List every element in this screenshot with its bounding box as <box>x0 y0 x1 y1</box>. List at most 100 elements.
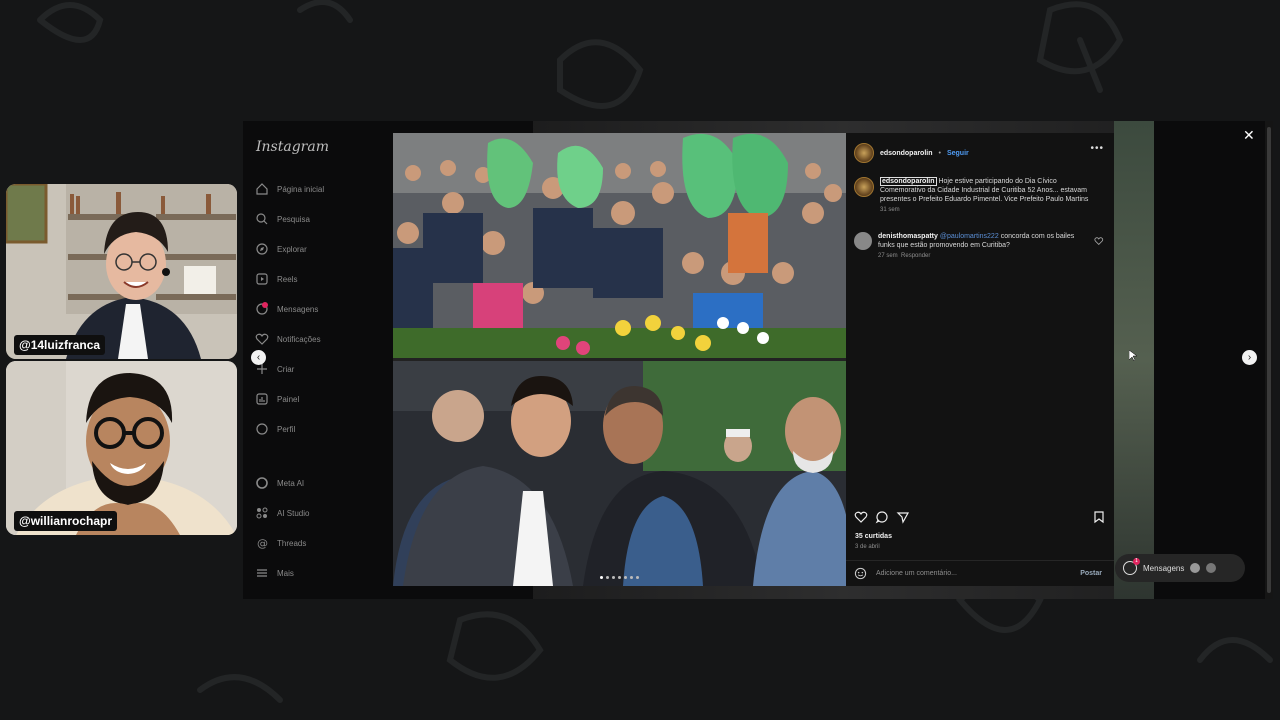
save-bookmark-icon[interactable] <box>1092 510 1106 524</box>
messages-pill[interactable]: 1 Mensagens <box>1115 554 1245 582</box>
nav-label: Perfil <box>277 424 296 434</box>
heart-icon <box>255 333 269 345</box>
nav-label: Meta AI <box>277 478 305 488</box>
nav-label: Mensagens <box>277 304 319 314</box>
nav-reels[interactable]: Reels <box>255 269 297 289</box>
meta-ai-icon <box>256 477 268 489</box>
chevron-right-icon: › <box>1247 352 1252 363</box>
caption-time: 31 sem <box>880 207 900 213</box>
nav-threads[interactable]: @ Threads <box>255 533 306 553</box>
next-post-button[interactable]: › <box>1242 350 1257 365</box>
chevron-left-icon: ‹ <box>256 352 261 363</box>
caption-text: edsondoparolin Hoje estive participando … <box>880 177 1104 204</box>
post-photo-crowd <box>393 133 846 358</box>
messenger-icon: 1 <box>1123 558 1140 575</box>
post-details-panel: edsondoparolin • Seguir ••• edsondoparol… <box>846 133 1114 586</box>
page-scrollbar[interactable] <box>1265 121 1273 599</box>
nav-meta-ai[interactable]: Meta AI <box>255 473 304 493</box>
close-icon[interactable]: ✕ <box>1243 127 1255 144</box>
shared-screen-instagram: Instagram Página inicial Pesquisa Explor… <box>243 121 1273 599</box>
instagram-logo[interactable]: Instagram <box>256 139 329 155</box>
likes-count[interactable]: 35 curtidas <box>855 533 892 540</box>
nav-explore[interactable]: Explorar <box>255 239 307 259</box>
separator-dot: • <box>938 149 941 157</box>
nav-messages[interactable]: Mensagens <box>255 299 318 319</box>
comment-username[interactable]: denisthomaspatty <box>878 233 938 240</box>
nav-home[interactable]: Página inicial <box>255 179 324 199</box>
nav-label: Criar <box>277 364 295 374</box>
webcam-person-1 <box>6 184 237 359</box>
like-heart-icon[interactable] <box>854 510 868 524</box>
search-icon <box>256 213 268 225</box>
webcam-handle-label: @14luizfranca <box>14 335 106 355</box>
avatar[interactable] <box>854 143 874 163</box>
nav-label: Reels <box>277 274 298 284</box>
post-caption: edsondoparolin Hoje estive participando … <box>854 177 1104 213</box>
dashboard-icon <box>256 393 268 405</box>
follow-button[interactable]: Seguir <box>947 150 969 157</box>
carousel-dot <box>636 576 639 579</box>
nav-notifications[interactable]: Notificações <box>255 329 321 349</box>
avatar[interactable] <box>854 232 872 250</box>
svg-text:@: @ <box>257 537 268 550</box>
nav-label: Página inicial <box>277 184 325 194</box>
carousel-dot <box>600 576 603 579</box>
profile-icon <box>256 423 268 435</box>
comment-mention[interactable]: @paulomartins222 <box>940 233 999 240</box>
comment-icon[interactable] <box>875 510 889 524</box>
post-username[interactable]: edsondoparolin <box>880 150 933 157</box>
post-photo-group <box>393 361 846 586</box>
nav-more[interactable]: Mais <box>255 563 294 583</box>
carousel-dot <box>618 576 621 579</box>
carousel-dot <box>630 576 633 579</box>
reply-button[interactable]: Responder <box>901 253 930 259</box>
post-header: edsondoparolin • Seguir <box>854 143 969 163</box>
compass-icon <box>256 243 268 255</box>
webcam-person-2 <box>6 361 237 535</box>
post-date: 3 de abril <box>855 544 880 550</box>
threads-icon: @ <box>257 537 268 550</box>
nav-label: Explorar <box>277 244 307 254</box>
more-options-icon[interactable]: ••• <box>1090 143 1104 154</box>
messenger-icon <box>256 302 268 315</box>
carousel-dot <box>624 576 627 579</box>
comment-item: denisthomaspatty @paulomartins222 concor… <box>854 232 1104 259</box>
comment-input[interactable]: Adicione um comentário... <box>876 570 957 577</box>
menu-icon <box>257 569 267 577</box>
add-comment-bar: Adicione um comentário... Postar <box>846 560 1114 587</box>
caption-username[interactable]: edsondoparolin <box>880 177 937 186</box>
previous-post-button[interactable]: ‹ <box>251 350 266 365</box>
post-actions <box>854 510 1106 526</box>
nav-label: Pesquisa <box>277 214 310 224</box>
webcam-handle-label: @willianrochapr <box>14 511 118 531</box>
post-image-carousel[interactable] <box>393 133 846 586</box>
share-icon[interactable] <box>896 510 910 524</box>
scrollbar-thumb[interactable] <box>1267 127 1271 593</box>
post-comment-button[interactable]: Postar <box>1080 570 1102 577</box>
avatar <box>1190 563 1201 573</box>
ai-studio-icon <box>256 507 268 519</box>
carousel-dot <box>612 576 615 579</box>
nav-dashboard[interactable]: Painel <box>255 389 299 409</box>
nav-ai-studio[interactable]: AI Studio <box>255 503 309 523</box>
comment-time: 27 sem <box>878 253 898 259</box>
nav-label: Threads <box>277 538 307 548</box>
mouse-cursor-icon <box>1129 350 1137 362</box>
reels-icon <box>256 273 268 285</box>
carousel-indicator <box>600 576 639 579</box>
avatar <box>1206 563 1217 573</box>
nav-label: AI Studio <box>277 508 310 518</box>
nav-profile[interactable]: Perfil <box>255 419 295 439</box>
emoji-icon[interactable] <box>854 567 867 580</box>
home-icon <box>256 183 268 195</box>
messages-badge: 1 <box>1133 558 1140 565</box>
nav-search[interactable]: Pesquisa <box>255 209 310 229</box>
nav-label: Painel <box>277 394 300 404</box>
nav-label: Notificações <box>277 334 321 344</box>
webcam-feed-luiz: @14luizfranca <box>6 184 237 359</box>
nav-label: Mais <box>277 568 294 578</box>
like-comment-heart-icon[interactable] <box>1094 236 1104 246</box>
webcam-feed-willian: @willianrochapr <box>6 361 237 535</box>
avatar[interactable] <box>854 177 874 197</box>
messages-label: Mensagens <box>1143 563 1185 573</box>
